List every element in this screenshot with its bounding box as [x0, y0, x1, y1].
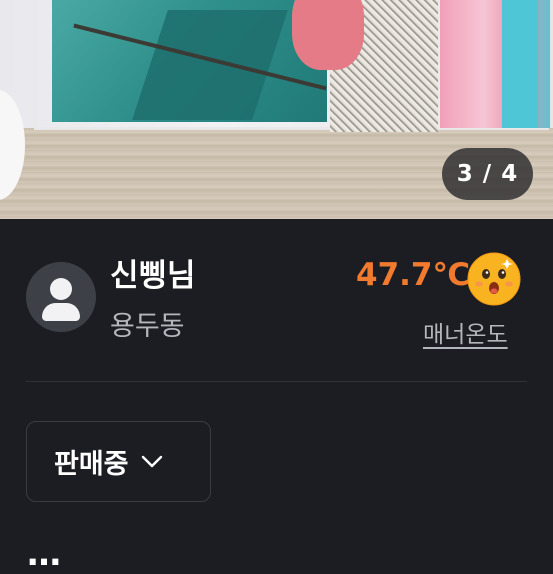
avatar-body-shape — [42, 303, 80, 321]
manner-temperature-link[interactable]: 매너온도 — [423, 315, 508, 349]
chevron-down-icon — [141, 455, 162, 467]
photo-cyan-edge — [502, 0, 538, 128]
seller-avatar[interactable] — [26, 262, 96, 332]
photo-pink-fluff — [292, 0, 364, 70]
image-counter: 3 / 4 — [442, 148, 533, 200]
section-divider — [26, 381, 527, 382]
listing-title: … — [27, 534, 61, 574]
seller-name[interactable]: 신삥님 — [110, 250, 196, 295]
smiley-face-icon — [467, 252, 521, 306]
product-photo[interactable]: 3 / 4 — [0, 0, 553, 219]
manner-temperature-value: 47.7℃ — [356, 257, 471, 293]
seller-location: 용두동 — [110, 311, 185, 342]
avatar-head-shape — [50, 278, 72, 300]
sale-status-label: 판매중 — [54, 449, 129, 480]
sale-status-dropdown[interactable]: 판매중 — [26, 421, 211, 502]
